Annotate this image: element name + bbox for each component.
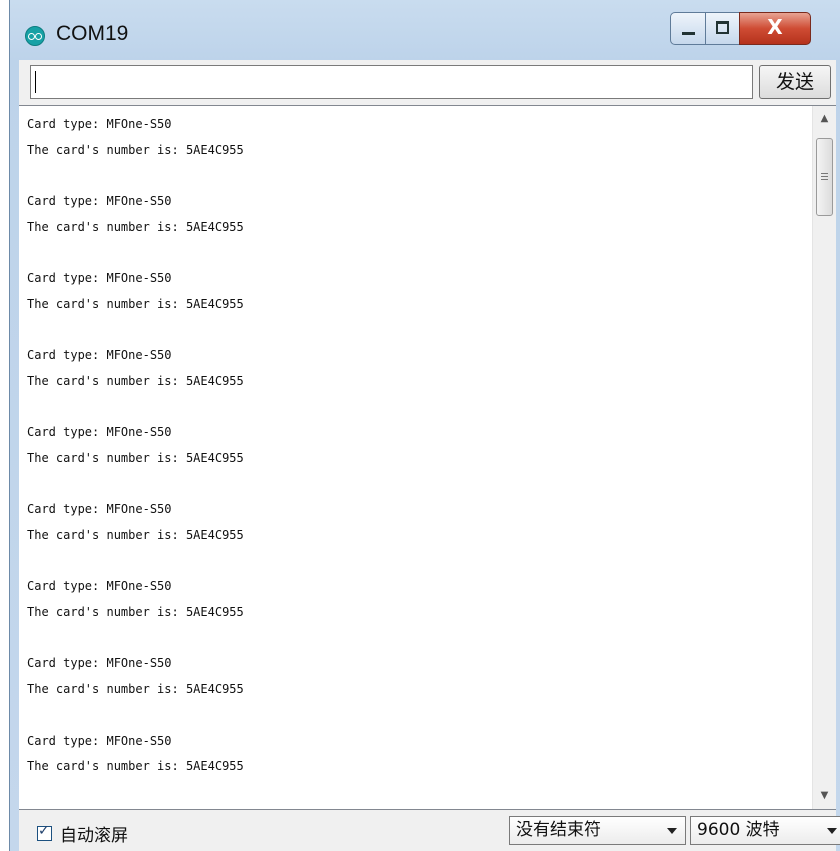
window-title: COM19 — [56, 22, 129, 45]
serial-output-area[interactable]: Card type: MFOne-S50 The card's number is… — [19, 105, 836, 810]
chevron-down-icon — [827, 828, 837, 834]
vertical-scrollbar[interactable]: ▲ ▼ — [812, 106, 836, 809]
window-client-area: 发送 Card type: MFOne-S50 The card's number… — [19, 60, 840, 851]
minimize-button[interactable] — [670, 12, 706, 45]
text-caret — [35, 71, 36, 93]
output-line: The card's number is: 5AE4C955 — [27, 759, 244, 774]
output-line: Card type: MFOne-S50 — [27, 579, 172, 594]
arduino-icon — [25, 26, 45, 46]
output-line: Card type: MFOne-S50 — [27, 271, 172, 286]
output-line: The card's number is: 5AE4C955 — [27, 373, 244, 388]
output-line: Card type: MFOne-S50 — [27, 348, 172, 363]
send-input[interactable] — [30, 65, 753, 99]
line-ending-value: 没有结束符 — [516, 820, 601, 840]
output-line: The card's number is: 5AE4C955 — [27, 450, 244, 465]
thumb-grip — [821, 173, 828, 174]
chevron-down-icon — [667, 828, 677, 834]
output-line: The card's number is: 5AE4C955 — [27, 296, 244, 311]
output-line: The card's number is: 5AE4C955 — [27, 682, 244, 697]
output-line: The card's number is: 5AE4C955 — [27, 605, 244, 620]
line-ending-select[interactable]: 没有结束符 — [509, 816, 686, 845]
output-line: The card's number is: 5AE4C955 — [27, 219, 244, 234]
autoscroll-toggle[interactable]: 自动滚屏 — [37, 823, 128, 846]
output-line: The card's number is: 5AE4C955 — [27, 142, 244, 157]
output-line: Card type: MFOne-S50 — [27, 194, 172, 209]
thumb-grip — [821, 176, 828, 177]
scroll-up-arrow-icon[interactable]: ▲ — [813, 108, 836, 130]
close-button[interactable]: X — [739, 12, 811, 45]
scrollbar-thumb[interactable] — [816, 138, 833, 216]
close-icon: X — [767, 15, 783, 39]
baud-rate-value: 9600 波特 — [697, 820, 780, 840]
autoscroll-label: 自动滚屏 — [60, 825, 128, 846]
output-line: Card type: MFOne-S50 — [27, 117, 172, 131]
thumb-grip — [821, 179, 828, 180]
output-line: Card type: MFOne-S50 — [27, 425, 172, 440]
send-button[interactable]: 发送 — [759, 65, 831, 99]
maximize-icon — [716, 21, 729, 34]
scroll-down-arrow-icon[interactable]: ▼ — [813, 785, 836, 807]
minimize-icon — [682, 32, 695, 35]
output-line: Card type: MFOne-S50 — [27, 502, 172, 517]
output-line: The card's number is: 5AE4C955 — [27, 528, 244, 542]
maximize-button[interactable] — [705, 12, 740, 45]
status-bar: 自动滚屏 没有结束符 9600 波特 — [19, 810, 840, 851]
output-line: Card type: MFOne-S50 — [27, 733, 172, 748]
baud-rate-select[interactable]: 9600 波特 — [690, 816, 840, 845]
serial-output-text: Card type: MFOne-S50 The card's number is… — [27, 112, 807, 780]
title-bar[interactable]: COM19 X — [10, 0, 840, 60]
autoscroll-checkbox[interactable] — [37, 823, 52, 841]
output-line: Card type: MFOne-S50 — [27, 656, 172, 671]
serial-monitor-window: COM19 X 发送 Card type: MFOne-S50 The card'… — [9, 0, 840, 851]
